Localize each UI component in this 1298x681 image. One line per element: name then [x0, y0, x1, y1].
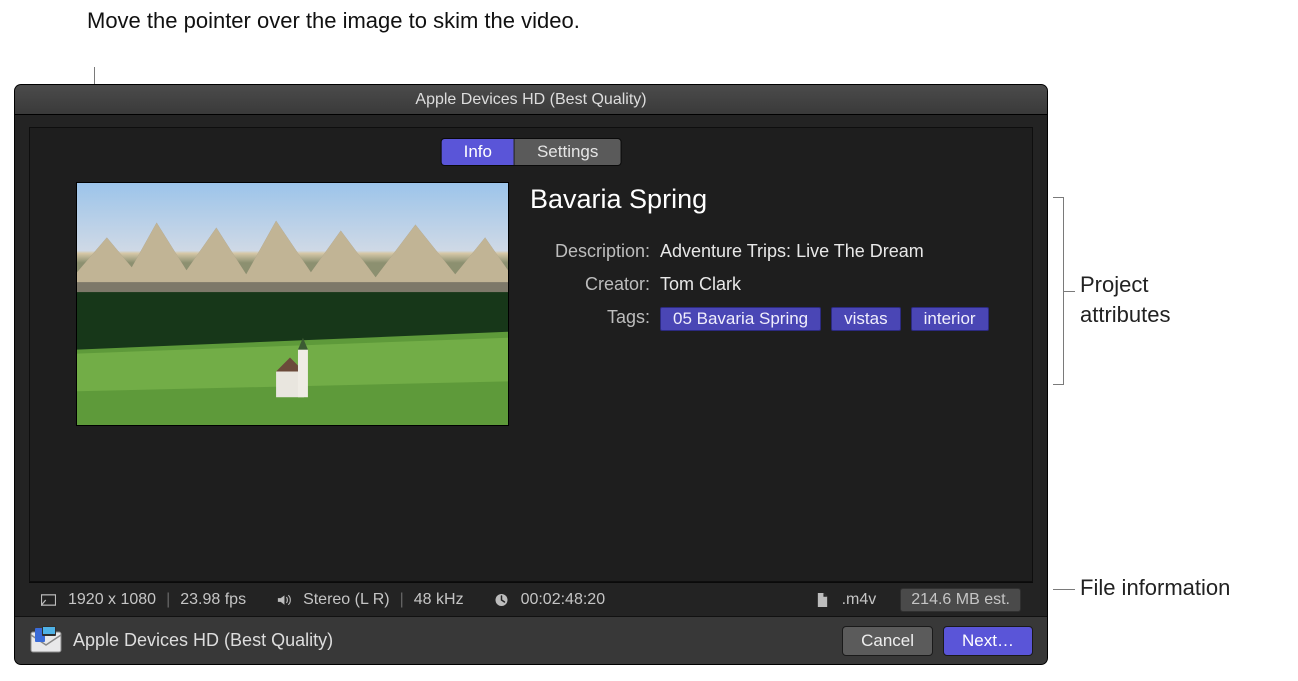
audio-icon [276, 593, 291, 607]
label-creator: Creator: [530, 274, 660, 295]
file-icon [815, 593, 830, 607]
clock-icon [494, 593, 509, 607]
resolution-value: 1920 x 1080 [68, 591, 156, 609]
tab-info[interactable]: Info [442, 139, 514, 165]
label-description: Description: [530, 241, 660, 262]
video-thumbnail-skimmer[interactable] [76, 182, 509, 426]
label-tags: Tags: [530, 307, 660, 328]
duration-value: 00:02:48:20 [521, 591, 606, 609]
fps-value: 23.98 fps [180, 591, 246, 609]
callout-project-attributes: Project attributes [1080, 270, 1171, 329]
extension-value: .m4v [842, 591, 877, 609]
creator-field[interactable]: Tom Clark [660, 274, 1012, 295]
tab-settings[interactable]: Settings [514, 139, 620, 165]
callout-line [1053, 589, 1075, 590]
dialog-content: Info Settings [15, 115, 1047, 616]
project-title: Bavaria Spring [530, 184, 1012, 215]
destination-label: Apple Devices HD (Best Quality) [73, 630, 832, 651]
dialog-footer: Apple Devices HD (Best Quality) Cancel N… [15, 616, 1047, 664]
cancel-button[interactable]: Cancel [842, 626, 933, 656]
window-title: Apple Devices HD (Best Quality) [15, 85, 1047, 115]
filesize-badge: 214.6 MB est. [900, 588, 1021, 612]
description-field[interactable]: Adventure Trips: Live The Dream [660, 241, 1012, 262]
tags-field[interactable]: 05 Bavaria Spring vistas interior [660, 307, 1012, 331]
tab-bar: Info Settings [441, 138, 622, 166]
next-button[interactable]: Next… [943, 626, 1033, 656]
row-tags: Tags: 05 Bavaria Spring vistas interior [530, 307, 1012, 331]
frame-icon [41, 593, 56, 607]
tag-chip[interactable]: vistas [831, 307, 900, 331]
audio-value: Stereo (L R) [303, 591, 390, 609]
share-dialog: Apple Devices HD (Best Quality) Info Set… [15, 85, 1047, 664]
row-description: Description: Adventure Trips: Live The D… [530, 241, 1012, 262]
file-info-bar: 1920 x 1080 | 23.98 fps Stereo (L R) | 4… [29, 582, 1033, 616]
tag-chip[interactable]: 05 Bavaria Spring [660, 307, 821, 331]
project-attributes: Bavaria Spring Description: Adventure Tr… [530, 184, 1012, 343]
destination-icon [29, 626, 63, 656]
mountain-illustration [77, 183, 508, 425]
callout-skim: Move the pointer over the image to skim … [87, 6, 580, 36]
sample-value: 48 kHz [414, 591, 464, 609]
callout-file-info: File information [1080, 575, 1230, 601]
info-pane: Info Settings [29, 127, 1033, 582]
row-creator: Creator: Tom Clark [530, 274, 1012, 295]
tag-chip[interactable]: interior [911, 307, 989, 331]
callout-bracket [1053, 197, 1075, 385]
